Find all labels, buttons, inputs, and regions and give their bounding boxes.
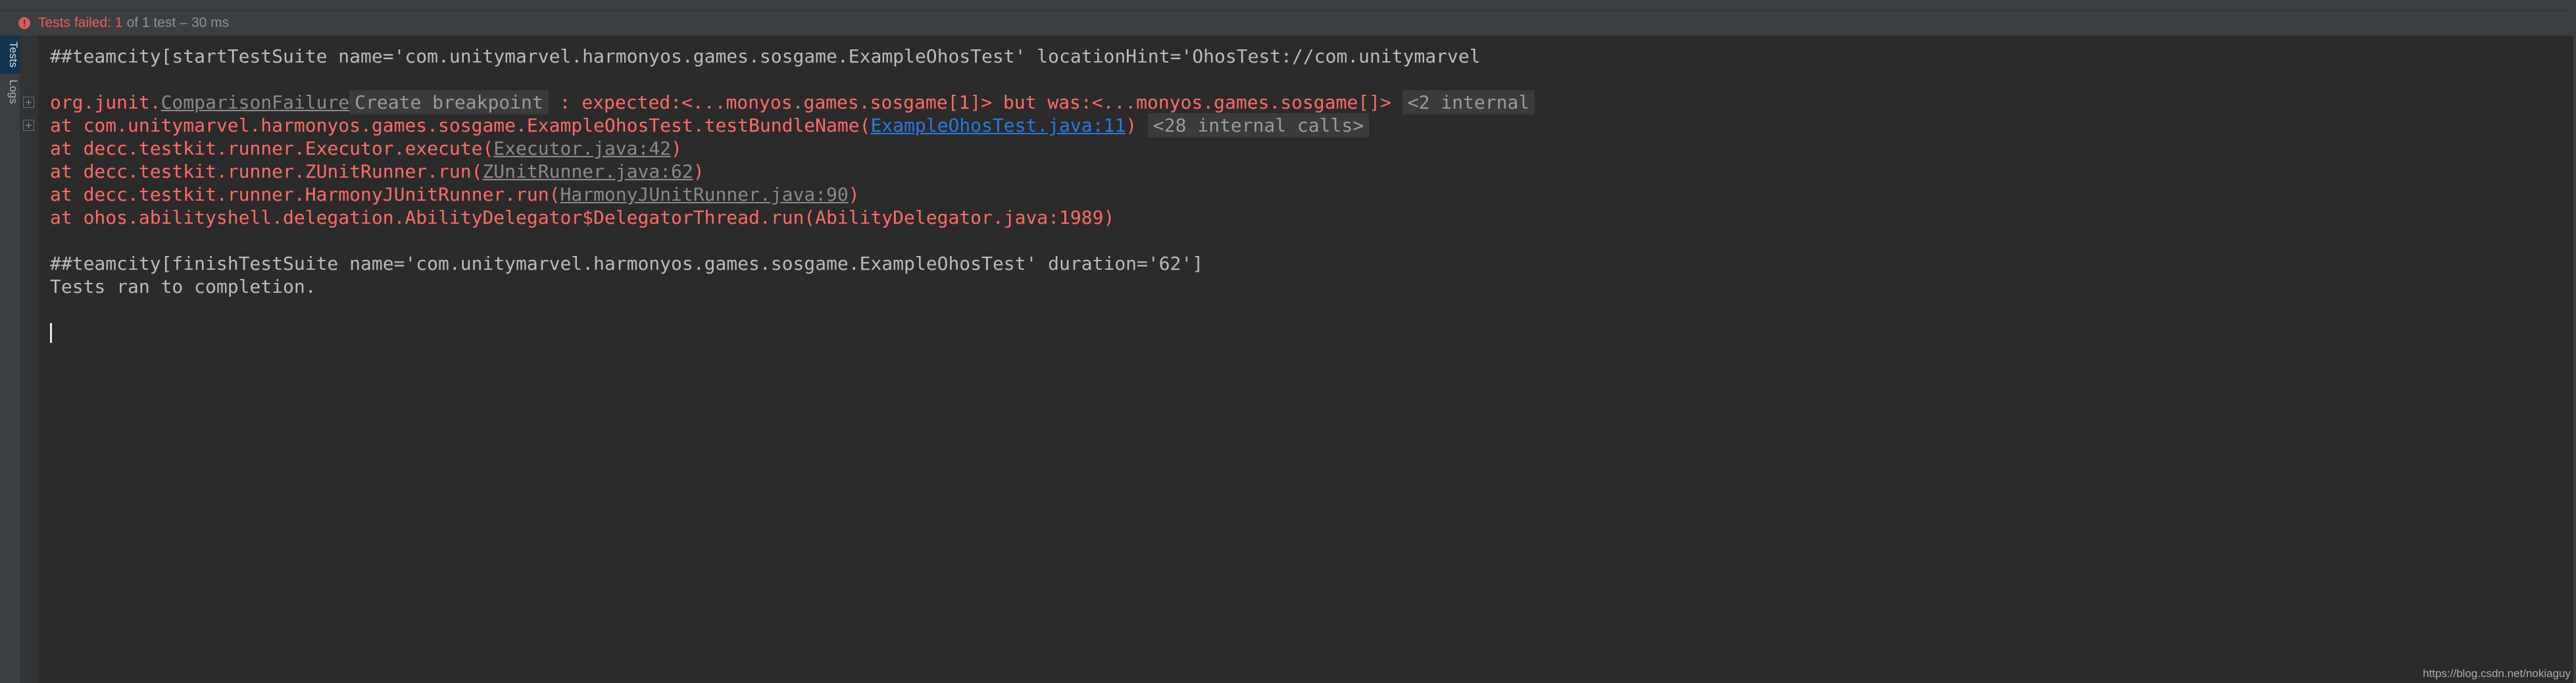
console-line: ##teamcity[finishTestSuite name='com.uni… [50,252,2576,275]
fold-expand-icon[interactable] [23,97,34,108]
stacktrace-text: at decc.testkit.runner.HarmonyJUnitRunne… [50,184,560,205]
test-duration: 30 ms [191,15,230,30]
console-text: ##teamcity[finishTestSuite name='com.uni… [50,253,1204,274]
console-line: org.junit.ComparisonFailure Create breakp… [50,90,2576,114]
tool-window-strip: Tests Logs [0,36,20,683]
stacktrace-text: at decc.testkit.runner.Executor.execute( [50,138,494,159]
internal-calls-chip[interactable]: <28 internal calls> [1147,113,1370,138]
error-circle-icon [17,16,32,30]
internal-calls-chip[interactable]: <2 internal [1402,90,1535,114]
stacktrace-text: at com.unitymarvel.harmonyos.games.sosga… [50,114,871,136]
console-line: ##teamcity[startTestSuite name='com.unit… [50,45,2576,68]
stacktrace-text: at ohos.abilityshell.delegation.AbilityD… [50,207,1115,228]
console-line [50,321,2576,344]
console-line [50,298,2576,321]
console-text: Tests ran to completion. [50,276,316,297]
console-line: at decc.testkit.runner.ZUnitRunner.run(Z… [50,160,2576,183]
console-line [50,229,2576,252]
fold-expand-icon[interactable] [23,120,34,131]
console-line [50,68,2576,91]
source-file-link[interactable]: ZUnitRunner.java:62 [482,161,693,182]
console-line: at ohos.abilityshell.delegation.AbilityD… [50,206,2576,229]
watermark: https://blog.csdn.net/nokiaguy [2423,667,2571,680]
source-file-link-active[interactable]: ExampleOhosTest.java:11 [870,114,1126,136]
console-body: Tests Logs ##teamcity[startTestSuite name… [0,36,2576,683]
tool-tab-tests[interactable]: Tests [0,36,20,74]
stacktrace-text: org.junit. [50,91,161,113]
console-line: at decc.testkit.runner.HarmonyJUnitRunne… [50,183,2576,206]
test-status-bar: Tests failed: 1 of 1 test – 30 ms [0,11,2576,36]
editor-gutter[interactable] [20,36,38,683]
window-right-edge [2573,0,2576,683]
console-line: at decc.testkit.runner.Executor.execute(… [50,137,2576,160]
console-line: at com.unitymarvel.harmonyos.games.sosga… [50,113,2576,138]
stacktrace-text: ) [671,138,682,159]
window-top-strip [0,0,2576,11]
console-output[interactable]: ##teamcity[startTestSuite name='com.unit… [38,36,2576,683]
stacktrace-text: ) [1126,114,1137,136]
source-file-link[interactable]: Executor.java:42 [493,138,671,159]
stacktrace-text: ) [848,184,860,205]
stacktrace-text: ) [693,161,705,182]
tests-failed-label: Tests failed: [38,15,111,30]
stacktrace-text: : expected:<...monyos.games.sosgame[1]> … [548,91,1391,113]
test-runner-console-window: Tests failed: 1 of 1 test – 30 ms Tests L… [0,0,2576,683]
tool-tab-logs[interactable]: Logs [0,74,20,110]
source-file-link[interactable]: HarmonyJUnitRunner.java:90 [560,184,848,205]
total-tests-label: of 1 test [126,15,176,30]
console-line: Tests ran to completion. [50,275,2576,298]
text-caret [50,322,52,343]
exception-class-link[interactable]: ComparisonFailure [161,91,350,113]
status-dash: – [180,15,187,30]
failed-count: 1 [114,15,123,30]
create-breakpoint-hint[interactable]: Create breakpoint [349,90,549,114]
console-text: ##teamcity[startTestSuite name='com.unit… [50,45,1481,67]
stacktrace-text: at decc.testkit.runner.ZUnitRunner.run( [50,161,483,182]
